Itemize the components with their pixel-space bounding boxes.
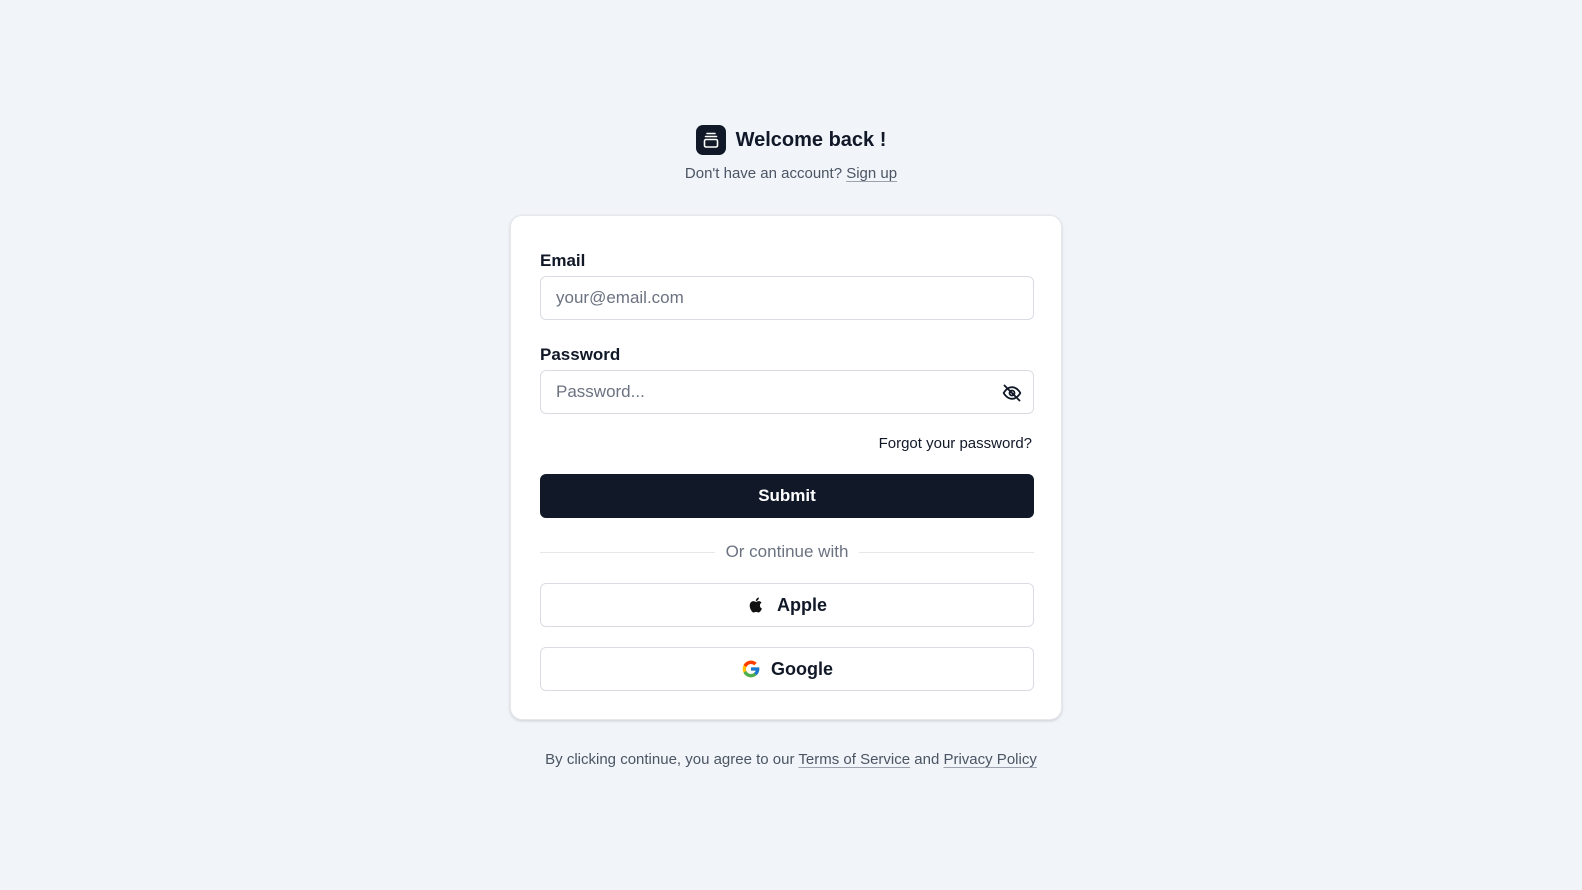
login-card: Email Password Forgot your password? Sub… (510, 215, 1062, 720)
app-logo-icon (695, 125, 726, 155)
google-button-label: Google (771, 658, 833, 679)
login-page: Welcome back ! Don't have an account? Si… (0, 0, 1582, 890)
divider-line-right (859, 551, 1034, 553)
signup-prompt: Don't have an account? Sign up (0, 165, 1582, 182)
privacy-policy-link[interactable]: Privacy Policy (943, 751, 1036, 768)
google-icon (741, 659, 761, 679)
signup-link[interactable]: Sign up (846, 165, 897, 182)
legal-conjunction: and (914, 751, 940, 768)
password-field-container (540, 370, 1034, 414)
divider: Or continue with (540, 540, 1034, 564)
apple-button[interactable]: Apple (540, 583, 1034, 627)
password-label: Password (540, 345, 621, 364)
submit-button[interactable]: Submit (540, 474, 1034, 518)
divider-text: Or continue with (725, 542, 849, 561)
terms-of-service-link[interactable]: Terms of Service (798, 751, 910, 768)
email-input[interactable] (541, 277, 1033, 319)
divider-line-left (540, 551, 715, 553)
legal-prefix: By clicking continue, you agree to our (545, 751, 795, 768)
title-row: Welcome back ! (0, 124, 1582, 156)
eye-off-icon[interactable] (1001, 382, 1023, 404)
page-title: Welcome back ! (735, 128, 887, 151)
password-input[interactable] (541, 371, 1033, 413)
signup-prompt-text: Don't have an account? (684, 165, 843, 182)
email-field-container (540, 276, 1034, 320)
email-label: Email (540, 251, 586, 270)
apple-icon (747, 595, 767, 615)
login-header: Welcome back ! Don't have an account? Si… (0, 124, 1582, 182)
google-button[interactable]: Google (540, 647, 1034, 691)
apple-button-label: Apple (776, 594, 827, 615)
forgot-password-link[interactable]: Forgot your password? (879, 435, 1032, 452)
legal-notice: By clicking continue, you agree to our T… (0, 751, 1582, 768)
